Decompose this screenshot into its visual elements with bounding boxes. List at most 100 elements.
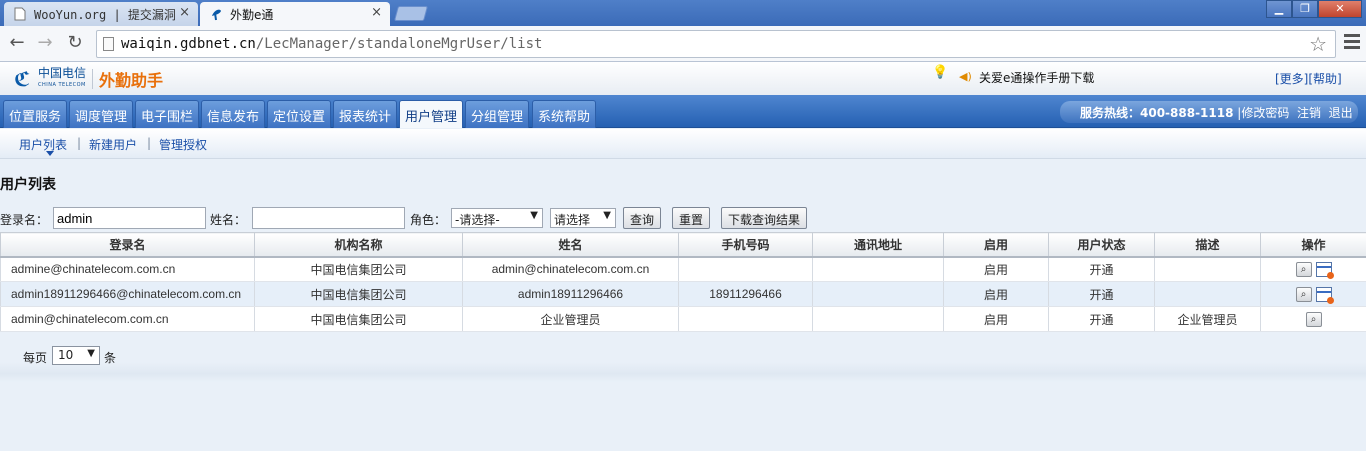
- tab-close-icon[interactable]: ×: [179, 5, 190, 20]
- browser-toolbar: ← → ↻ waiqin.gdbnet.cn/LecManager/standa…: [0, 26, 1366, 62]
- login-name-input[interactable]: [53, 207, 206, 229]
- bookmark-star-icon[interactable]: ☆: [1309, 32, 1327, 56]
- minimize-icon[interactable]: ▁: [1266, 0, 1292, 18]
- header-links: [更多][帮助]: [1275, 70, 1342, 87]
- nav-tab-geofence[interactable]: 电子围栏: [135, 100, 200, 128]
- role-label: 角色：: [410, 213, 447, 227]
- address-bar[interactable]: waiqin.gdbnet.cn/LecManager/standaloneMg…: [96, 30, 1336, 58]
- reset-button[interactable]: 重置: [672, 207, 711, 229]
- chevron-down-icon: ▼: [530, 210, 538, 221]
- subnav-separator: |: [147, 136, 152, 150]
- china-telecom-favicon-icon: [212, 9, 221, 21]
- org-cell: 中国电信集团公司: [254, 306, 463, 332]
- status-cell: 开通: [1048, 306, 1155, 332]
- speaker-icon: ◀): [959, 70, 972, 83]
- logo-divider: [92, 69, 94, 89]
- column-header[interactable]: 描述: [1154, 232, 1261, 258]
- app-name: 外勤助手: [99, 71, 164, 90]
- description-cell: [1154, 256, 1261, 282]
- exit-link[interactable]: 退出: [1329, 106, 1353, 120]
- login-cell: admin@chinatelecom.com.cn: [0, 306, 255, 332]
- tab-title: 外勤e通: [230, 8, 274, 22]
- tab-title: WooYun.org | 提交漏洞: [34, 8, 176, 22]
- subnav-manage-authorization[interactable]: 管理授权: [159, 136, 207, 153]
- maximize-icon[interactable]: ❐: [1292, 0, 1318, 18]
- address-cell: [812, 281, 944, 307]
- view-details-icon[interactable]: ⌕: [1295, 261, 1312, 277]
- browser-menu-icon[interactable]: [1344, 34, 1360, 52]
- nav-tab-location-service[interactable]: 位置服务: [3, 100, 68, 128]
- nav-tab-system-help[interactable]: 系统帮助: [532, 100, 597, 128]
- column-header: 操作: [1260, 232, 1366, 258]
- per-page-select[interactable]: 10 ▼: [52, 346, 100, 365]
- nav-tab-location-settings[interactable]: 定位设置: [267, 100, 332, 128]
- query-button[interactable]: 查询: [623, 207, 662, 229]
- table-header-row: 登录名 机构名称 姓名 手机号码 通讯地址 启用 用户状态 描述 操作: [0, 232, 1366, 258]
- address-cell: [812, 306, 944, 332]
- enabled-cell: 启用: [943, 306, 1049, 332]
- sub-nav: 用户列表 | 新建用户 | 管理授权: [0, 129, 1366, 159]
- help-link[interactable]: [帮助]: [1308, 72, 1341, 86]
- org-cell: 中国电信集团公司: [254, 281, 463, 307]
- download-results-button[interactable]: 下载查询结果: [721, 207, 808, 229]
- view-details-icon[interactable]: ⌕: [1305, 311, 1322, 327]
- tab-close-icon[interactable]: ×: [371, 5, 382, 20]
- per-page-label: 每页: [23, 351, 48, 365]
- nav-tab-dispatch[interactable]: 调度管理: [69, 100, 134, 128]
- more-link[interactable]: [更多]: [1275, 72, 1308, 86]
- hotline-bar: 服务热线：400-888-1118 |修改密码 注销 退出: [1060, 101, 1358, 123]
- name-label: 姓名：: [210, 213, 247, 227]
- column-header[interactable]: 登录名: [0, 232, 255, 258]
- browser-tab-wooyun[interactable]: WooYun.org | 提交漏洞 ×: [4, 2, 198, 26]
- new-tab-button[interactable]: [393, 6, 429, 21]
- edit-user-icon[interactable]: [1315, 286, 1334, 304]
- actions-cell: ⌕: [1260, 306, 1366, 332]
- page-title: 用户列表: [0, 177, 56, 193]
- status-select[interactable]: 请选择 ▼: [550, 208, 616, 228]
- reload-icon[interactable]: ↻: [64, 32, 86, 54]
- view-details-icon[interactable]: ⌕: [1295, 286, 1312, 302]
- manual-download-link[interactable]: 关爱e通操作手册下载: [979, 69, 1094, 86]
- change-password-link[interactable]: 修改密码: [1241, 106, 1289, 120]
- description-cell: 企业管理员: [1154, 306, 1261, 332]
- main-nav: 位置服务 调度管理 电子围栏 信息发布 定位设置 报表统计 用户管理 分组管理 …: [0, 95, 1366, 128]
- column-header[interactable]: 启用: [943, 232, 1049, 258]
- per-page-unit: 条: [104, 351, 117, 365]
- nav-tab-info-publish[interactable]: 信息发布: [201, 100, 266, 128]
- phone-cell: 18911296466: [678, 281, 813, 307]
- name-cell: admin@chinatelecom.com.cn: [462, 256, 679, 282]
- name-cell: admin18911296466: [462, 281, 679, 307]
- search-filters: 登录名： 姓名： 角色： -请选择- ▼ 请选择 ▼ 查询 重置 下载查询结果: [0, 206, 1366, 230]
- column-header[interactable]: 机构名称: [254, 232, 463, 258]
- nav-tab-group-management[interactable]: 分组管理: [465, 100, 530, 128]
- nav-tab-user-management[interactable]: 用户管理: [399, 100, 464, 128]
- lightbulb-icon: 💡: [932, 65, 949, 80]
- edit-user-icon[interactable]: [1315, 261, 1334, 279]
- browser-tab-waiqin[interactable]: 外勤e通 ×: [200, 2, 390, 26]
- column-header[interactable]: 通讯地址: [812, 232, 944, 258]
- table-row: admine@chinatelecom.com.cn 中国电信集团公司 admi…: [0, 256, 1366, 282]
- forward-arrow-icon[interactable]: →: [34, 32, 56, 54]
- content-footer-band: [0, 362, 1366, 382]
- name-input[interactable]: [252, 207, 405, 229]
- name-cell: 企业管理员: [462, 306, 679, 332]
- back-arrow-icon[interactable]: ←: [6, 32, 28, 54]
- role-select[interactable]: -请选择- ▼: [451, 208, 543, 228]
- hotline-label: 服务热线：400-888-1118: [1080, 106, 1234, 120]
- column-header[interactable]: 姓名: [462, 232, 679, 258]
- column-header[interactable]: 手机号码: [678, 232, 813, 258]
- subnav-new-user[interactable]: 新建用户: [89, 136, 137, 153]
- logout-link[interactable]: 注销: [1297, 106, 1321, 120]
- close-window-icon[interactable]: ✕: [1318, 0, 1362, 18]
- nav-tab-reports[interactable]: 报表统计: [333, 100, 398, 128]
- login-name-label: 登录名：: [0, 213, 49, 227]
- china-telecom-logo: ℭ 中国电信 CHINA TELECOM 外勤助手: [14, 67, 163, 91]
- status-cell: 开通: [1048, 281, 1155, 307]
- table-row: admin18911296466@chinatelecom.com.cn 中国电…: [0, 281, 1366, 307]
- phone-cell: [678, 306, 813, 332]
- subnav-user-list[interactable]: 用户列表: [19, 136, 67, 153]
- subnav-separator: |: [77, 136, 82, 150]
- column-header[interactable]: 用户状态: [1048, 232, 1155, 258]
- enabled-cell: 启用: [943, 281, 1049, 307]
- chevron-down-icon: ▼: [603, 210, 611, 221]
